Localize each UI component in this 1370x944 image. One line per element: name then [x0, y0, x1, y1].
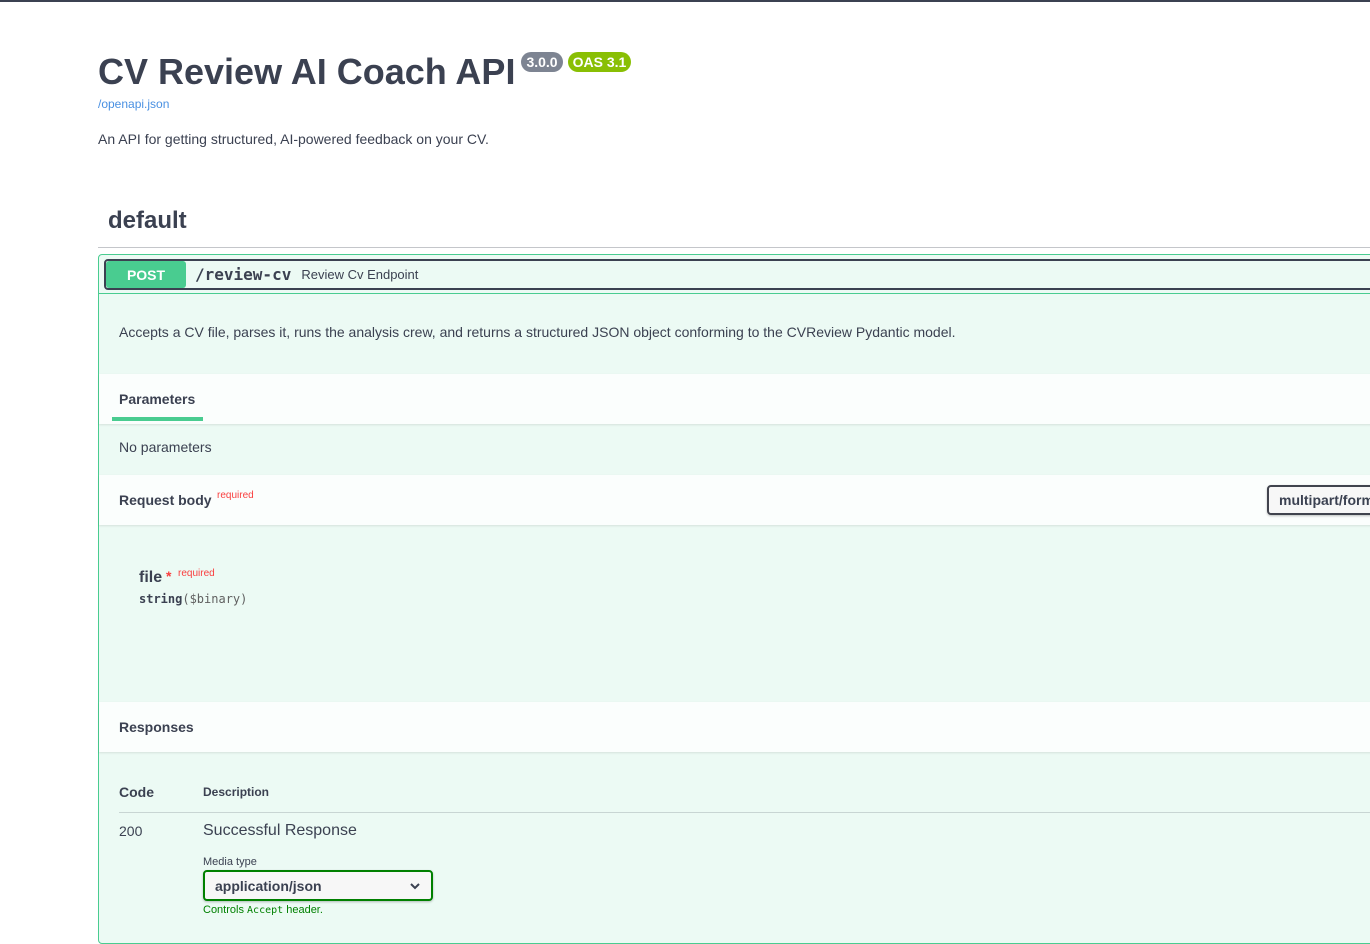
help-suffix: header.: [286, 904, 323, 916]
request-body-title: Request body: [119, 492, 212, 508]
parameters-header: Parameters: [99, 374, 1370, 424]
field-type-format: ($binary): [182, 592, 248, 606]
operation-block-post-review-cv: POST /review-cv Review Cv Endpoint Accep…: [98, 254, 1370, 944]
tab-parameters[interactable]: Parameters: [119, 391, 195, 407]
help-prefix: Controls: [203, 904, 244, 916]
responses-table-divider: [119, 812, 1370, 813]
openapi-json-link[interactable]: /openapi.json: [98, 97, 631, 111]
request-content-type-select[interactable]: multipart/form-data: [1267, 485, 1370, 515]
responses-title: Responses: [119, 719, 194, 735]
response-code: 200: [119, 823, 143, 839]
responses-col-code: Code: [119, 784, 154, 800]
body-field-name: file: [139, 569, 163, 586]
api-info: CV Review AI Coach API 3.0.0 OAS 3.1 /op…: [98, 50, 632, 111]
operation-summary-text: Review Cv Endpoint: [301, 267, 419, 282]
field-type-name: string: [139, 592, 183, 606]
tag-divider: [98, 247, 1370, 248]
method-badge-post: POST: [106, 261, 186, 288]
responses-col-description: Description: [203, 785, 270, 799]
api-description: An API for getting structured, AI-powere…: [98, 131, 489, 147]
media-type-help: Controls Accept header.: [203, 904, 323, 916]
title-row: CV Review AI Coach API 3.0.0 OAS 3.1: [98, 50, 632, 94]
operation-summary[interactable]: POST /review-cv Review Cv Endpoint: [104, 259, 1370, 290]
tab-parameters-indicator: [112, 417, 203, 421]
page-title: CV Review AI Coach API: [98, 51, 516, 92]
media-type-select[interactable]: application/json: [203, 870, 433, 901]
help-code: Accept: [247, 905, 284, 916]
request-body-required-label: required: [217, 490, 254, 501]
required-star: *: [166, 568, 172, 584]
no-parameters-text: No parameters: [119, 439, 212, 455]
top-border: [0, 0, 1370, 2]
operation-path: /review-cv: [195, 265, 292, 284]
operation-description: Accepts a CV file, parses it, runs the a…: [119, 324, 956, 340]
tag-title-default[interactable]: default: [108, 207, 187, 235]
summary-divider: [99, 293, 1370, 294]
body-field-type: string($binary): [139, 592, 247, 606]
version-badge: 3.0.0: [521, 52, 563, 72]
media-type-label: Media type: [203, 856, 257, 868]
response-description: Successful Response: [203, 822, 357, 839]
request-body-header: Request body required multipart/form-dat…: [99, 475, 1370, 525]
chevron-down-icon: [410, 882, 420, 889]
oas-badge: OAS 3.1: [567, 52, 632, 72]
responses-header: Responses: [99, 702, 1370, 752]
body-field-required-label: required: [178, 568, 215, 579]
media-type-value: application/json: [215, 877, 322, 894]
